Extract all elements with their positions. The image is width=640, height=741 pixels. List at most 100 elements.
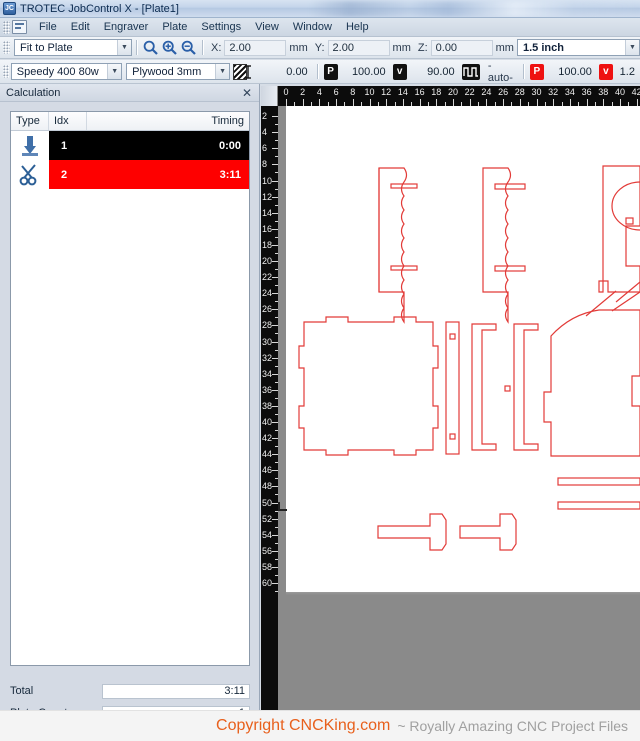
material-toolbar: Speedy 400 80w ▼ Plywood 3mm ▼ 0.00 P 10… (0, 60, 640, 84)
lens-value: 1.5 inch (522, 41, 564, 54)
close-icon[interactable]: ✕ (240, 87, 254, 99)
job-list[interactable]: Type Idx Timing 1 0:00 2 3:11 (10, 111, 250, 666)
toolbar-separator (202, 40, 203, 55)
ruler-label: 18 (431, 87, 442, 97)
menu-item-help[interactable]: Help (339, 19, 376, 35)
menu-item-settings[interactable]: Settings (194, 19, 248, 35)
x-input[interactable]: 2.00 (224, 39, 287, 56)
ruler-tick (486, 99, 488, 106)
ruler-label: 58 (262, 561, 273, 572)
ruler-label: 26 (498, 87, 509, 97)
document-icon (12, 20, 27, 34)
row-index: 1 (49, 131, 87, 160)
zoom-out-icon[interactable] (180, 39, 197, 56)
x-unit: mm (289, 41, 308, 54)
ruler-label: 6 (262, 143, 268, 154)
y-input[interactable]: 2.00 (327, 39, 390, 56)
ruler-tick (620, 99, 621, 106)
table-row[interactable]: 1 0:00 (11, 131, 249, 160)
z-input[interactable]: 0.00 (430, 39, 493, 56)
ruler-label: 28 (514, 87, 525, 97)
zoom-icon[interactable] (142, 39, 159, 56)
ruler-label: 12 (381, 87, 392, 97)
machine-dropdown[interactable]: Speedy 400 80w ▼ (10, 63, 123, 80)
ruler-tick (453, 99, 454, 106)
ruler-label: 36 (262, 384, 273, 395)
menu-bar: File Edit Engraver Plate Settings View W… (0, 18, 640, 37)
ruler-label: 46 (262, 465, 273, 476)
menu-item-window[interactable]: Window (286, 19, 339, 35)
application-window: JC TROTEC JobControl X - [Plate1] File E… (0, 0, 640, 741)
ruler-tick (352, 99, 354, 106)
menu-item-view[interactable]: View (248, 19, 286, 35)
ruler-tick (586, 99, 588, 106)
view-toolbar: Fit to Plate ▼ X: 2.00 mm Y: 2.00 mm Z: … (0, 37, 640, 59)
ruler-label: 36 (581, 87, 592, 97)
cut-power-value[interactable]: 100.00 (546, 66, 592, 78)
ruler-label: 38 (262, 400, 273, 411)
cut-power-badge: P (529, 63, 544, 80)
ruler-label: 24 (481, 87, 492, 97)
ruler-corner (261, 86, 278, 106)
ruler-label: 28 (262, 320, 273, 331)
ruler-tick (436, 99, 438, 106)
machine-value: Speedy 400 80w (16, 65, 99, 78)
thickness-value[interactable]: 0.00 (262, 66, 307, 78)
ruler-label: 40 (614, 87, 626, 97)
plate-canvas[interactable] (278, 106, 640, 710)
zoom-mode-dropdown[interactable]: Fit to Plate ▼ (14, 39, 132, 56)
ruler-label: 18 (262, 239, 273, 250)
material-dropdown[interactable]: Plywood 3mm ▼ (126, 63, 231, 80)
cut-speed-badge: v (598, 63, 613, 80)
chevron-down-icon[interactable]: ▼ (107, 64, 122, 79)
ruler-label: 2 (262, 111, 268, 122)
ruler-label: 48 (262, 481, 273, 492)
ruler-label: 10 (364, 87, 375, 97)
ruler-label: 20 (262, 256, 273, 266)
menu-item-file[interactable]: File (32, 19, 64, 35)
engrave-speed-badge: v (392, 63, 407, 80)
ruler-label: 34 (564, 87, 575, 97)
ruler-label: 60 (262, 578, 273, 588)
menu-item-engraver[interactable]: Engraver (97, 19, 156, 35)
plate-origin-marker (278, 502, 287, 511)
plate-edge-shadow (286, 592, 640, 595)
menu-item-edit[interactable]: Edit (64, 19, 97, 35)
ruler-tick (369, 99, 371, 106)
chevron-down-icon[interactable]: ▼ (625, 40, 639, 55)
vertical-ruler: 2 4 6 8 10 12 14 16 18 20 22 24 26 28 30 32 34 36 38 40 42 44… (261, 106, 278, 710)
ruler-label: 14 (262, 207, 273, 218)
ruler-tick (503, 99, 505, 106)
job-list-header: Type Idx Timing (11, 112, 249, 131)
title-bar-overlay (310, 1, 640, 17)
z-label: Z: (417, 41, 428, 54)
ruler-label: 4 (262, 127, 268, 138)
plate-surface[interactable] (286, 106, 640, 592)
material-thickness-icon (233, 63, 251, 80)
title-bar: JC TROTEC JobControl X - [Plate1] (0, 0, 640, 18)
menu-drag-handle[interactable] (3, 20, 10, 34)
toolbar-drag-handle-1[interactable] (3, 41, 10, 54)
table-row[interactable]: 2 3:11 (11, 160, 249, 189)
chevron-down-icon[interactable]: ▼ (117, 40, 131, 55)
frequency-value[interactable]: -auto- (488, 60, 513, 83)
ruler-label: 32 (262, 352, 273, 363)
menu-item-plate[interactable]: Plate (155, 19, 194, 35)
ruler-label: 16 (262, 223, 273, 234)
zoom-in-icon[interactable] (161, 39, 178, 56)
column-header-type: Type (11, 112, 49, 130)
ruler-tick (402, 99, 404, 106)
toolbar-drag-handle-2[interactable] (3, 65, 9, 78)
ruler-tick (336, 99, 338, 106)
engrave-power-value[interactable]: 100.00 (340, 66, 386, 78)
toolbar-separator (522, 64, 524, 79)
ruler-label: 56 (262, 545, 273, 556)
ruler-label: 8 (350, 87, 356, 97)
lens-dropdown[interactable]: 1.5 inch ▼ (516, 39, 640, 56)
summary-label: Total (10, 685, 34, 697)
engrave-speed-value[interactable]: 90.00 (409, 66, 455, 78)
ruler-label: 34 (262, 368, 273, 379)
chevron-down-icon[interactable]: ▼ (215, 64, 230, 79)
ruler-label: 26 (262, 304, 273, 315)
cut-speed-value[interactable]: 1.2 (615, 66, 635, 78)
